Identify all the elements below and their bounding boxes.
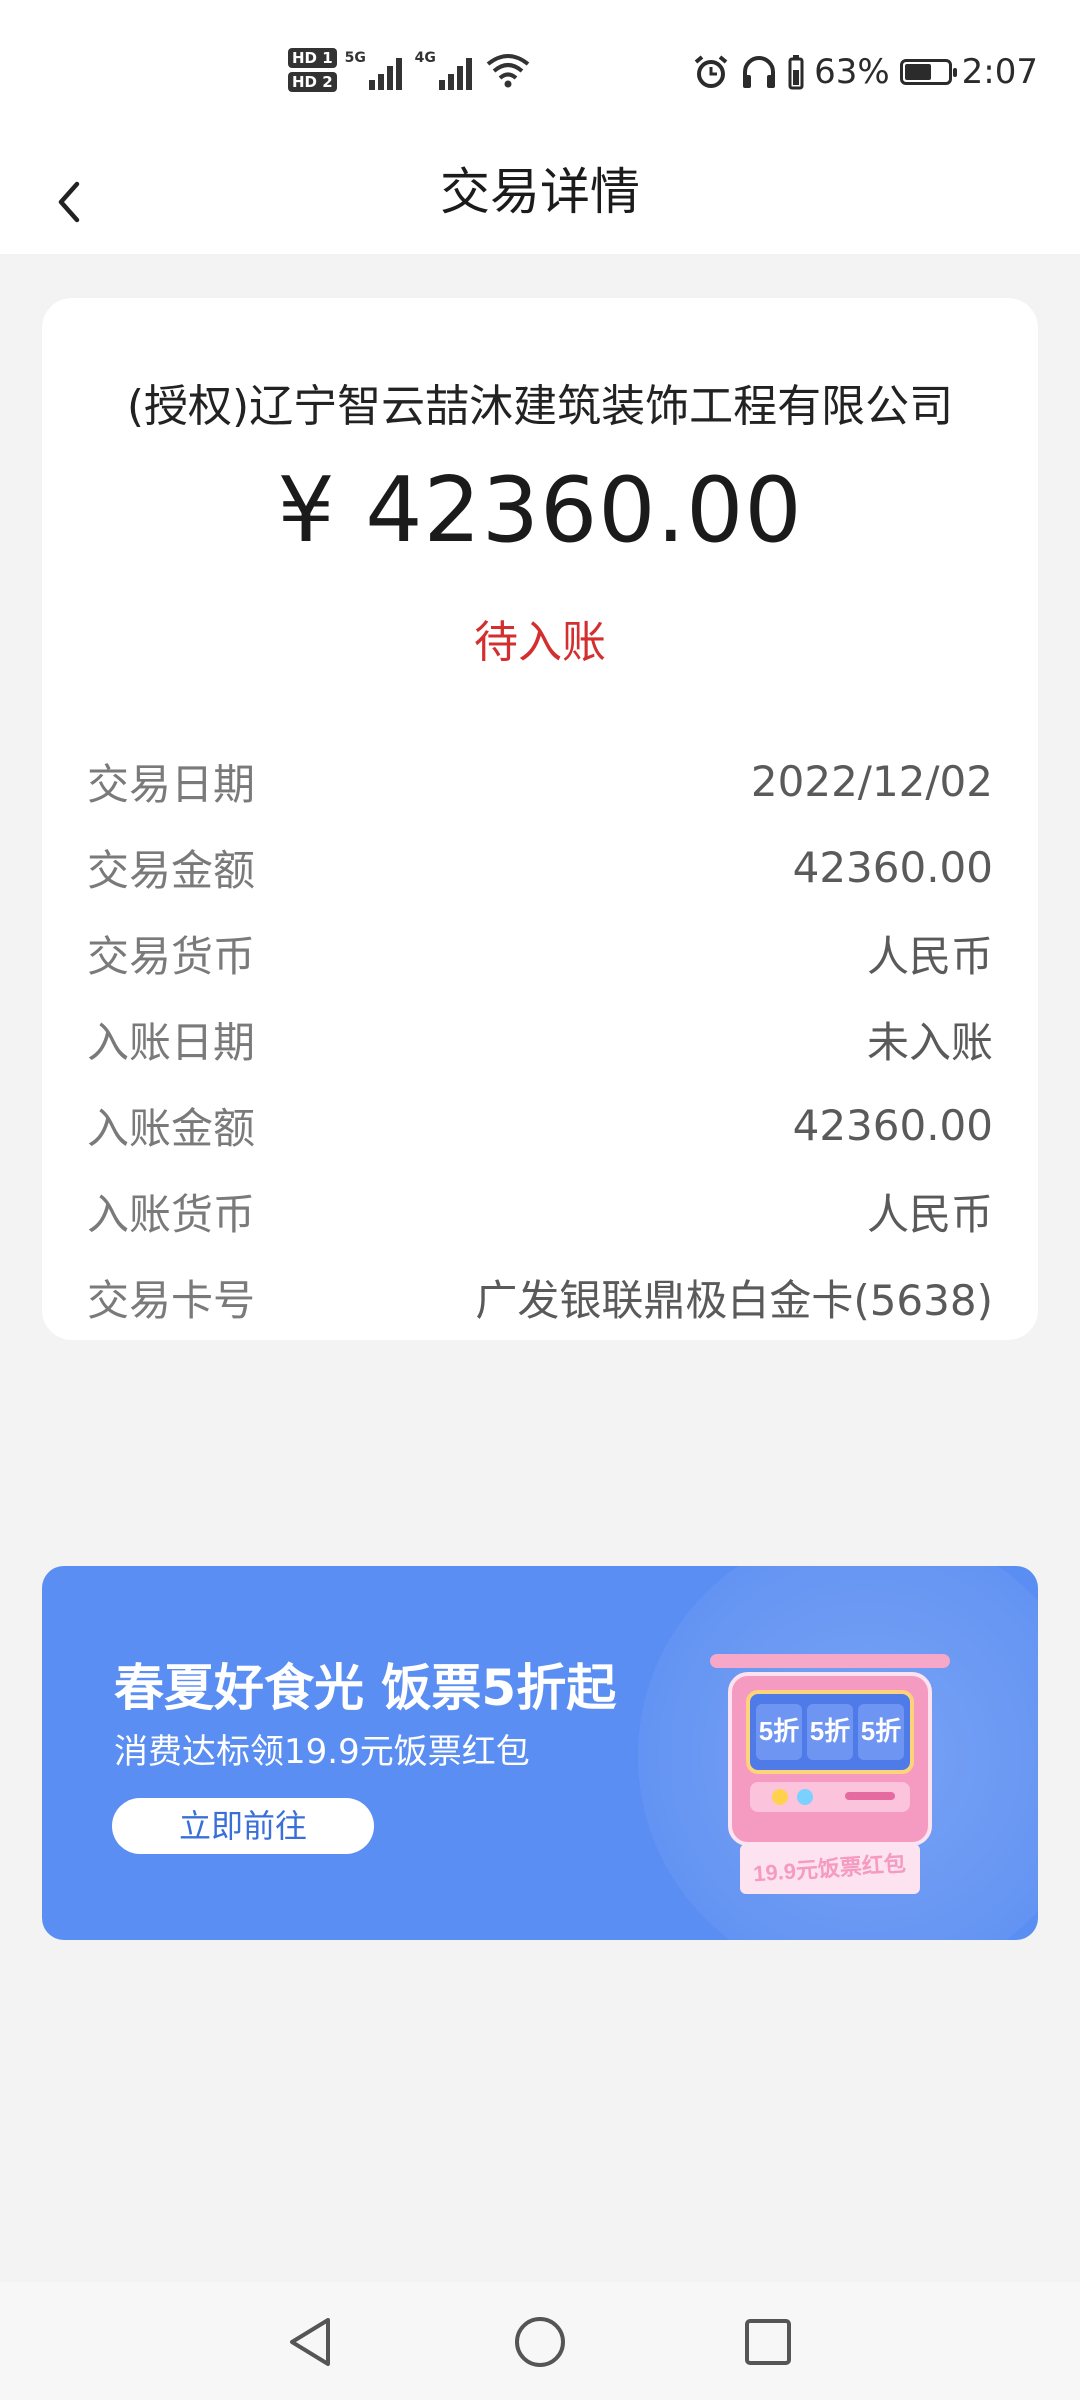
detail-value: 42360.00	[792, 842, 993, 892]
battery-icon	[899, 59, 957, 85]
detail-row-card-number: 交易卡号 广发银联鼎极白金卡(5638)	[87, 1254, 993, 1340]
hd1-badge: HD 1	[288, 48, 337, 68]
detail-label: 交易卡号	[87, 1275, 256, 1325]
detail-row-posting-currency: 入账货币 人民币	[87, 1168, 993, 1254]
hd2-badge: HD 2	[288, 72, 337, 92]
wifi-icon	[486, 54, 529, 88]
back-triangle-icon	[290, 2318, 330, 2366]
detail-row-transaction-amount: 交易金额 42360.00	[87, 824, 993, 910]
nav-home-button[interactable]	[508, 2310, 572, 2374]
detail-value: 2022/12/02	[750, 756, 993, 806]
machine-label-3: 5折	[861, 1716, 901, 1746]
status-bar-network: HD 1 HD 2 5G 4G	[288, 48, 531, 92]
nav-back-button[interactable]	[278, 2310, 342, 2374]
signal-icon-4g: 4G	[415, 48, 477, 92]
battery-percent: 63%	[814, 52, 890, 92]
signal-icon-5g: 5G	[345, 48, 407, 92]
machine-label-2: 5折	[810, 1716, 850, 1746]
battery-fill	[904, 64, 932, 80]
system-nav-bar	[0, 2282, 1080, 2400]
detail-list: 交易日期 2022/12/02 交易金额 42360.00 交易货币 人民币 入…	[87, 738, 993, 1340]
go-now-button[interactable]: 立即前往	[112, 1798, 374, 1854]
detail-label: 入账日期	[87, 1017, 256, 1067]
detail-row-transaction-date: 交易日期 2022/12/02	[87, 738, 993, 824]
machine-label-1: 5折	[759, 1716, 799, 1746]
banner-subtitle: 消费达标领19.9元饭票红包	[114, 1732, 530, 1772]
detail-value: 未入账	[866, 1017, 993, 1067]
alarm-icon	[694, 55, 728, 88]
detail-label: 交易金额	[87, 845, 256, 895]
recents-square-icon	[745, 2319, 791, 2365]
detail-value: 人民币	[866, 931, 993, 981]
detail-row-transaction-currency: 交易货币 人民币	[87, 910, 993, 996]
chevron-left-icon	[58, 181, 80, 223]
detail-value: 人民币	[866, 1189, 993, 1239]
slot-machine-illustration: 5折 5折 5折 19.9元饭票红包	[710, 1654, 950, 1894]
page-title: 交易详情	[440, 163, 640, 221]
back-button[interactable]	[28, 164, 108, 240]
banner-title: 春夏好食光 饭票5折起	[114, 1659, 617, 1717]
detail-label: 交易日期	[87, 759, 256, 809]
merchant-name: (授权)辽宁智云喆沐建筑装饰工程有限公司	[126, 381, 954, 432]
transaction-status: 待入账	[474, 617, 606, 668]
headphones-icon	[743, 56, 776, 88]
clock: 2:07	[961, 52, 1038, 92]
status-bar-system: 63% 2:07	[692, 52, 1038, 92]
home-circle-icon	[515, 2317, 565, 2367]
title-bar: 交易详情	[0, 150, 1080, 254]
detail-label: 入账金额	[87, 1103, 256, 1153]
promo-banner[interactable]: 春夏好食光 饭票5折起 消费达标领19.9元饭票红包 立即前往 5折 5折 5折…	[42, 1566, 1038, 1940]
detail-label: 入账货币	[87, 1189, 256, 1239]
detail-value: 42360.00	[792, 1100, 993, 1150]
detail-label: 交易货币	[87, 931, 256, 981]
transaction-amount: ¥ 42360.00	[277, 458, 803, 563]
transaction-card: (授权)辽宁智云喆沐建筑装饰工程有限公司 ¥ 42360.00 待入账 交易日期…	[42, 298, 1038, 1340]
nav-recents-button[interactable]	[736, 2310, 800, 2374]
detail-row-posting-date: 入账日期 未入账	[87, 996, 993, 1082]
hd-indicators: HD 1 HD 2	[288, 48, 337, 92]
battery-indicator-icon	[788, 55, 804, 90]
status-bar: HD 1 HD 2 5G 4G 63% 2:07	[0, 0, 1080, 150]
detail-value: 广发银联鼎极白金卡(5638)	[475, 1275, 993, 1325]
detail-row-posting-amount: 入账金额 42360.00	[87, 1082, 993, 1168]
